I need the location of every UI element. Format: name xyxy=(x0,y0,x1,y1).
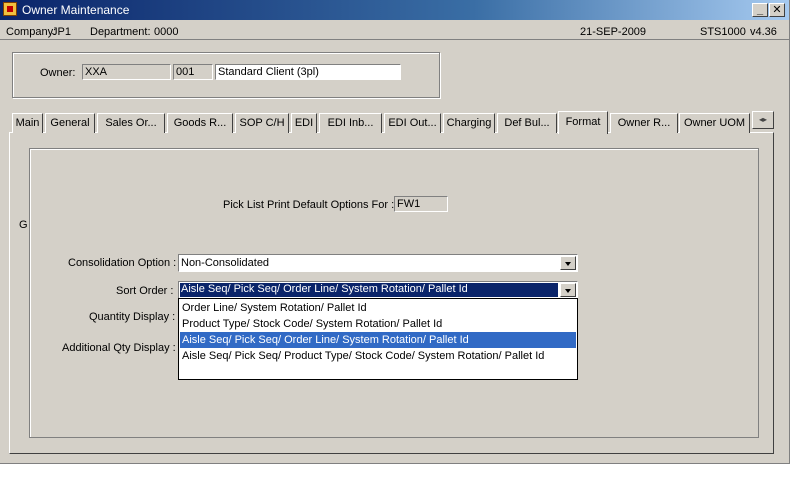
department-label: Department: xyxy=(90,26,151,38)
consolidation-label: Consolidation Option : xyxy=(68,257,177,269)
app-icon[interactable] xyxy=(3,2,17,16)
window-title: Owner Maintenance xyxy=(22,3,130,17)
status-line: Company: JP1 Department: 0000 21-SEP-200… xyxy=(0,22,789,40)
sort-option[interactable]: Product Type/ Stock Code/ System Rotatio… xyxy=(180,316,576,332)
pick-list-label: Pick List Print Default Options For : xyxy=(223,199,395,211)
tab-owner-uom[interactable]: Owner UOM xyxy=(679,113,750,133)
consolidation-value: Non-Consolidated xyxy=(181,257,270,269)
quantity-display-label: Quantity Display : xyxy=(89,311,176,323)
sort-order-dropdown-list: Order Line/ System Rotation/ Pallet Id P… xyxy=(178,298,578,380)
title-bar[interactable]: Owner Maintenance _ ✕ xyxy=(0,0,789,20)
owner-name-field[interactable]: Standard Client (3pl) xyxy=(215,64,401,80)
tab-charging[interactable]: Charging xyxy=(443,113,495,133)
tab-scroll-arrows[interactable]: ◂▸ xyxy=(752,111,774,129)
tab-sales-orders[interactable]: Sales Or... xyxy=(97,113,165,133)
owner-number-field[interactable]: 001 xyxy=(173,64,213,80)
chevron-down-icon[interactable] xyxy=(560,283,576,297)
company-label: Company: xyxy=(6,26,57,38)
pick-list-field[interactable]: FW1 xyxy=(394,196,448,212)
company-value: JP1 xyxy=(52,26,71,38)
tab-sop-ch[interactable]: SOP C/H xyxy=(235,113,289,133)
owner-maintenance-window: Owner Maintenance _ ✕ Company: JP1 Depar… xyxy=(0,0,790,464)
minimize-button[interactable]: _ xyxy=(752,3,768,17)
date-value: 21-SEP-2009 xyxy=(580,26,647,38)
sort-order-label: Sort Order : xyxy=(116,285,174,297)
additional-qty-label: Additional Qty Display : xyxy=(62,342,176,354)
chevron-down-icon[interactable] xyxy=(560,256,576,270)
sort-option[interactable]: Order Line/ System Rotation/ Pallet Id xyxy=(180,300,576,316)
sort-order-select[interactable]: Aisle Seq/ Pick Seq/ Order Line/ System … xyxy=(178,281,578,299)
tab-goods-received[interactable]: Goods R... xyxy=(167,113,233,133)
sort-order-value: Aisle Seq/ Pick Seq/ Order Line/ System … xyxy=(180,283,558,297)
side-letter: G xyxy=(19,219,28,231)
tab-main[interactable]: Main xyxy=(12,113,43,133)
version-id: v4.36 xyxy=(750,26,777,38)
tab-owner-r[interactable]: Owner R... xyxy=(610,113,678,133)
tab-edi-inbound[interactable]: EDI Inb... xyxy=(319,113,382,133)
tab-format[interactable]: Format xyxy=(558,111,608,134)
owner-code-field[interactable]: XXA xyxy=(82,64,171,80)
tab-edi-outbound[interactable]: EDI Out... xyxy=(384,113,441,133)
tab-general[interactable]: General xyxy=(45,113,95,133)
consolidation-select[interactable]: Non-Consolidated xyxy=(178,254,578,272)
tab-edi[interactable]: EDI xyxy=(291,113,317,133)
department-value: 0000 xyxy=(154,26,179,38)
close-button[interactable]: ✕ xyxy=(769,3,785,17)
program-id: STS1000 xyxy=(700,26,746,38)
sort-option-highlighted[interactable]: Aisle Seq/ Pick Seq/ Order Line/ System … xyxy=(180,332,576,348)
owner-label: Owner: xyxy=(40,67,76,79)
tab-def-bulk[interactable]: Def Bul... xyxy=(497,113,557,133)
sort-option[interactable]: Aisle Seq/ Pick Seq/ Product Type/ Stock… xyxy=(180,348,576,364)
